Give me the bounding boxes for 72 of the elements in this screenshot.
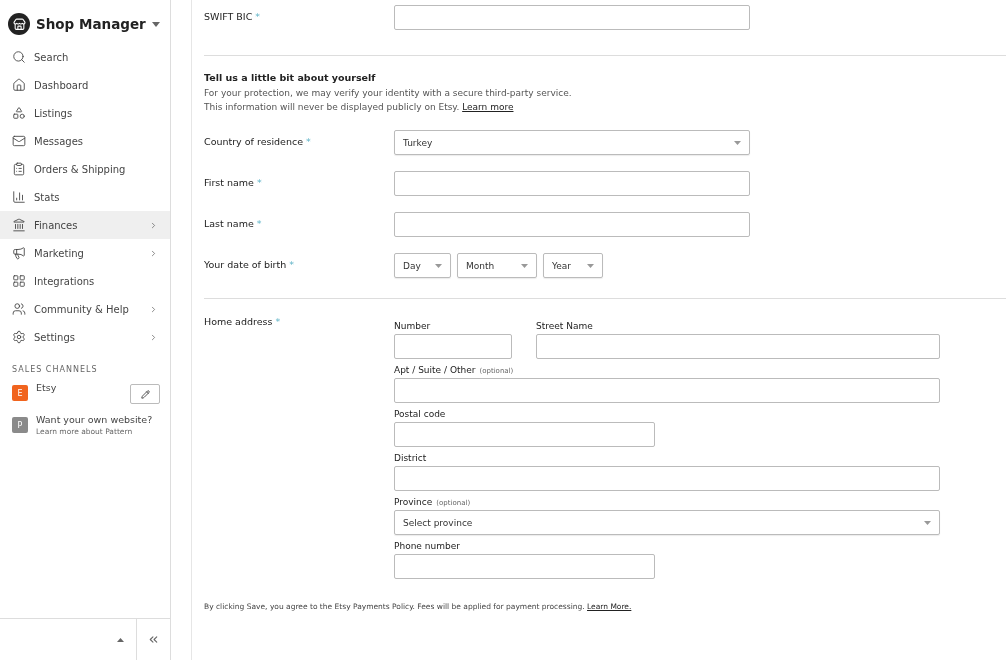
field-label: District — [394, 453, 428, 463]
input-field[interactable] — [536, 334, 940, 359]
caret-icon — [924, 520, 931, 525]
chevron-right-icon — [149, 304, 158, 314]
nav-item[interactable]: Integrations — [0, 267, 170, 295]
select-field[interactable]: Turkey — [394, 130, 750, 155]
learn-more-link[interactable]: Learn more — [462, 102, 514, 112]
settings-icon — [12, 330, 26, 344]
search-icon — [12, 50, 26, 64]
field-label: Phone number — [394, 541, 461, 551]
input-field[interactable] — [394, 378, 940, 403]
field-label: Number — [394, 321, 432, 331]
shapes-icon — [12, 106, 26, 120]
nav-item[interactable]: Orders & Shipping — [0, 155, 170, 183]
field-label: Country of residence * — [204, 135, 312, 147]
nav-item[interactable]: Marketing — [0, 239, 170, 267]
chevron-right-icon — [149, 220, 158, 230]
date-select[interactable]: Day — [394, 253, 451, 278]
nav-item[interactable]: Dashboard — [0, 71, 170, 99]
pencil-icon — [140, 389, 150, 399]
app-title[interactable]: Shop Manager — [36, 16, 146, 32]
nav-item[interactable]: Finances — [0, 211, 170, 239]
field-label: Home address * — [204, 315, 282, 327]
section-description: For your protection, we may verify your identity with a secure third-party service. This information will never be displayed publicly on Etsy. Learn more — [204, 87, 573, 114]
nav-item[interactable]: Search — [0, 43, 170, 71]
caret-icon — [587, 263, 594, 268]
caret-icon — [435, 263, 442, 268]
section-title: Tell us a little bit about yourself — [204, 72, 377, 83]
input-field[interactable] — [394, 334, 512, 359]
caret-icon[interactable] — [151, 21, 160, 27]
store-logo-icon — [8, 13, 30, 35]
nav-item[interactable]: Listings — [0, 99, 170, 127]
input-field[interactable] — [394, 5, 750, 30]
channel-name[interactable]: Want your own website? — [36, 414, 160, 425]
nav-item[interactable]: Settings — [0, 323, 170, 351]
field-label: Your date of birth * — [204, 258, 295, 270]
envelope-icon — [12, 134, 26, 148]
caret-up-icon[interactable] — [117, 637, 124, 642]
double-chevron-left-icon — [147, 633, 160, 646]
select-field[interactable]: Select province — [394, 510, 940, 535]
house-icon — [12, 78, 26, 92]
chevron-right-icon — [149, 248, 158, 258]
clipboard-icon — [12, 162, 26, 176]
nav-item[interactable]: Community & Help — [0, 295, 170, 323]
bank-icon — [12, 218, 26, 232]
date-select[interactable]: Year — [543, 253, 603, 278]
field-label: Street Name — [536, 321, 594, 331]
caret-icon — [734, 140, 741, 145]
field-label: SWIFT BIC * — [204, 10, 262, 22]
input-field[interactable] — [394, 212, 750, 237]
edit-button[interactable] — [130, 384, 160, 404]
channel-badge: P — [12, 417, 28, 433]
grid-icon — [12, 274, 26, 288]
field-label: First name * — [204, 176, 263, 188]
caret-icon — [521, 263, 528, 268]
field-label: Last name * — [204, 217, 263, 229]
channel-row[interactable]: E Etsy — [0, 378, 170, 410]
input-field[interactable] — [394, 171, 750, 196]
input-field[interactable] — [394, 554, 655, 579]
channel-badge: E — [12, 385, 28, 401]
nav-item[interactable]: Messages — [0, 127, 170, 155]
megaphone-icon — [12, 246, 26, 260]
date-select[interactable]: Month — [457, 253, 537, 278]
nav-item[interactable]: Stats — [0, 183, 170, 211]
chevron-right-icon — [149, 332, 158, 342]
section-heading: SALES CHANNELS — [11, 364, 99, 376]
people-icon — [12, 302, 26, 316]
input-field[interactable] — [394, 466, 940, 491]
input-field[interactable] — [394, 422, 655, 447]
field-label: Postal code — [394, 409, 447, 419]
bar-chart-icon — [12, 190, 26, 204]
channel-name[interactable]: Etsy — [36, 382, 122, 393]
